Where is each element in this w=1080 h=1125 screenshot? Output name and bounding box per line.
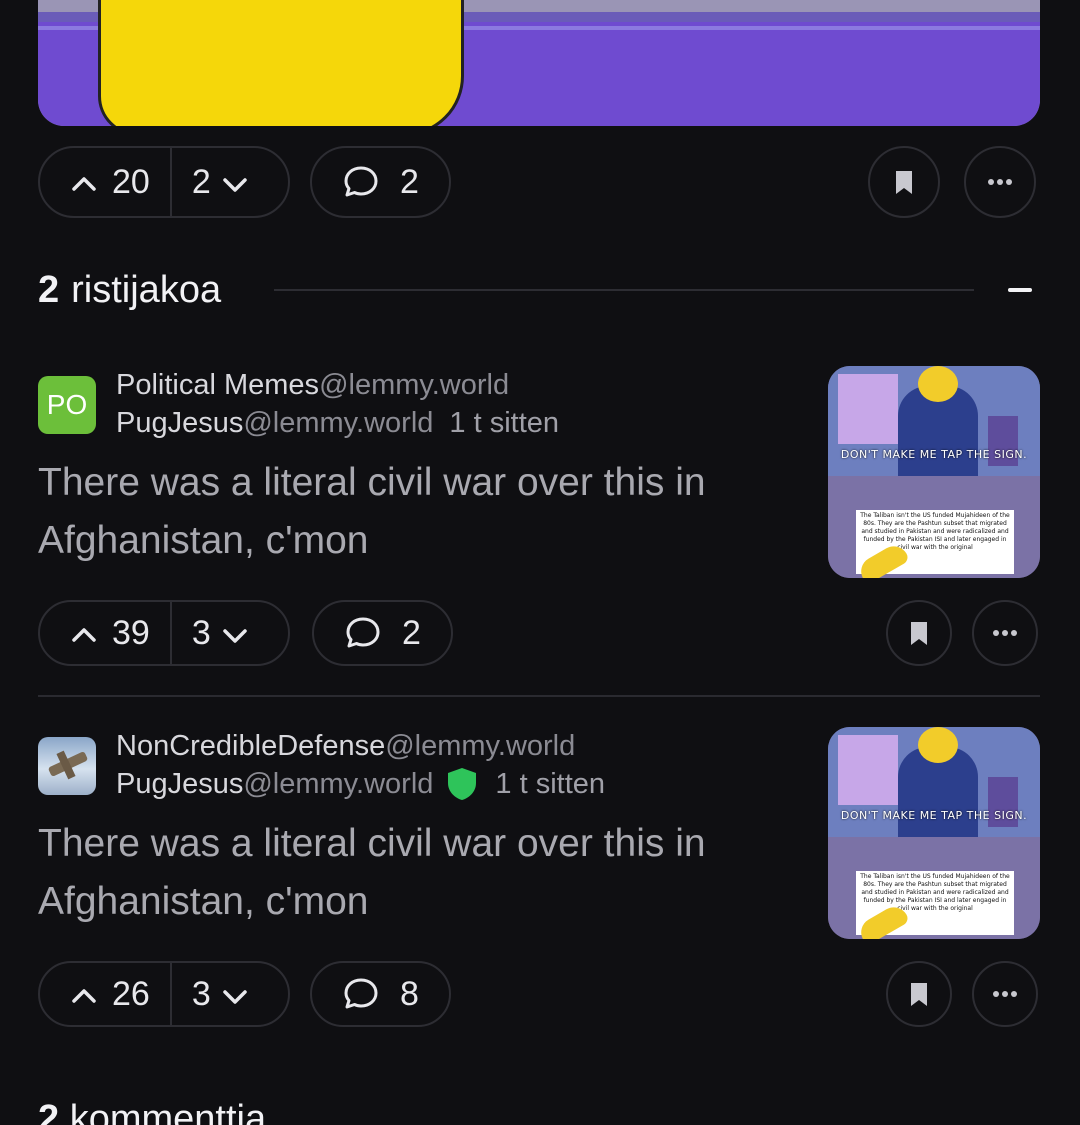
- chevron-up-icon: [70, 619, 98, 647]
- comment-icon: [346, 617, 380, 648]
- post-page: 20 2 2 2 ristijakoa PO Political Memes@l…: [0, 0, 1080, 1125]
- crosspost-actions: 26 3 8: [38, 961, 1040, 1027]
- community-avatar[interactable]: PO: [38, 376, 96, 434]
- author-line: PugJesus@lemmy.world 1 t sitten: [116, 765, 816, 803]
- author-domain: @lemmy.world: [243, 407, 434, 439]
- author-link[interactable]: PugJesus@lemmy.world: [116, 404, 433, 442]
- bookmark-icon: [911, 622, 927, 645]
- crosspost-divider: [38, 695, 1040, 697]
- more-options-button[interactable]: [964, 146, 1036, 218]
- post-time: 1 t sitten: [495, 768, 606, 800]
- crossposts-label: ristijakoa: [71, 268, 222, 311]
- comment-icon: [344, 978, 378, 1009]
- downvote-count: 3: [191, 974, 211, 1013]
- comments-button[interactable]: 2: [310, 146, 451, 218]
- community-link[interactable]: Political Memes@lemmy.world: [116, 366, 816, 404]
- save-button[interactable]: [886, 961, 952, 1027]
- chevron-down-icon: [221, 619, 249, 647]
- crosspost-actions: 39 3 2: [38, 600, 1040, 666]
- comments-count: 2: [38, 1098, 60, 1125]
- more-icon: [993, 630, 1017, 636]
- chevron-up-icon: [70, 168, 98, 196]
- upvote-button[interactable]: 26: [40, 963, 172, 1025]
- chevron-down-icon: [221, 980, 249, 1008]
- post-actions: 20 2 2: [38, 146, 1040, 218]
- community-domain: @lemmy.world: [385, 730, 576, 762]
- crosspost-thumbnail[interactable]: DON'T MAKE ME TAP THE SIGN. The Taliban …: [828, 366, 1040, 578]
- upvote-count: 26: [112, 974, 150, 1013]
- thumb-caption: DON'T MAKE ME TAP THE SIGN.: [840, 809, 1028, 822]
- thumb-character-head: [918, 727, 958, 763]
- upvote-button[interactable]: 20: [40, 148, 172, 216]
- community-avatar[interactable]: [38, 737, 96, 795]
- bookmark-icon: [896, 171, 912, 194]
- author-domain: @lemmy.world: [243, 768, 434, 800]
- author-line: PugJesus@lemmy.world 1 t sitten: [116, 404, 816, 442]
- crosspost-meta: Political Memes@lemmy.world PugJesus@lem…: [116, 366, 816, 442]
- more-options-button[interactable]: [972, 961, 1038, 1027]
- vote-group: 39 3: [38, 600, 290, 666]
- upvote-count: 20: [112, 162, 150, 201]
- post-image[interactable]: [38, 0, 1040, 126]
- community-name: NonCredibleDefense: [116, 730, 386, 762]
- upvote-button[interactable]: 39: [40, 602, 172, 664]
- moderator-shield-icon: [448, 768, 477, 800]
- comment-icon: [344, 166, 378, 197]
- downvote-button[interactable]: 3: [172, 963, 275, 1025]
- author-name: PugJesus: [116, 407, 244, 439]
- thumb-sign-text: The Taliban isn't the US funded Mujahide…: [860, 873, 1010, 912]
- downvote-button[interactable]: 2: [172, 148, 275, 216]
- downvote-count: 3: [191, 613, 211, 652]
- crosspost-meta: NonCredibleDefense@lemmy.world PugJesus@…: [116, 727, 816, 803]
- comment-count: 2: [402, 613, 421, 652]
- thumb-caption: DON'T MAKE ME TAP THE SIGN.: [840, 448, 1028, 461]
- collapse-icon[interactable]: [1008, 288, 1032, 292]
- thumb-window: [838, 374, 898, 444]
- vote-group: 20 2: [38, 146, 290, 218]
- more-options-button[interactable]: [972, 600, 1038, 666]
- comments-button[interactable]: 2: [312, 600, 453, 666]
- crosspost-title[interactable]: There was a literal civil war over this …: [38, 815, 798, 931]
- downvote-button[interactable]: 3: [172, 602, 275, 664]
- chevron-up-icon: [70, 980, 98, 1008]
- save-button[interactable]: [868, 146, 940, 218]
- author-link[interactable]: PugJesus@lemmy.world: [116, 765, 433, 803]
- post-time: 1 t sitten: [449, 407, 560, 439]
- crosspost-thumbnail[interactable]: DON'T MAKE ME TAP THE SIGN. The Taliban …: [828, 727, 1040, 939]
- image-character: [98, 0, 464, 126]
- save-button[interactable]: [886, 600, 952, 666]
- thumb-sign-text: The Taliban isn't the US funded Mujahide…: [860, 512, 1010, 551]
- downvote-count: 2: [191, 162, 211, 201]
- comments-button[interactable]: 8: [310, 961, 451, 1027]
- crosspost-title[interactable]: There was a literal civil war over this …: [38, 454, 798, 570]
- comment-count: 2: [400, 162, 419, 201]
- crossposts-header: 2 ristijakoa: [38, 262, 1040, 318]
- upvote-count: 39: [112, 613, 150, 652]
- community-link[interactable]: NonCredibleDefense@lemmy.world: [116, 727, 816, 765]
- thumb-character-head: [918, 366, 958, 402]
- header-divider: [274, 289, 974, 291]
- comments-label: kommenttia: [69, 1098, 267, 1125]
- crossposts-count: 2: [38, 268, 60, 311]
- community-name: Political Memes: [116, 369, 320, 401]
- community-domain: @lemmy.world: [319, 369, 510, 401]
- more-icon: [993, 991, 1017, 997]
- thumb-window: [838, 735, 898, 805]
- bookmark-icon: [911, 983, 927, 1006]
- more-icon: [988, 179, 1012, 185]
- author-name: PugJesus: [116, 768, 244, 800]
- vote-group: 26 3: [38, 961, 290, 1027]
- avatar-initials: PO: [46, 389, 88, 420]
- comment-count: 8: [400, 974, 419, 1013]
- comments-header: 2 kommenttia: [38, 1098, 266, 1125]
- chevron-down-icon: [221, 168, 249, 196]
